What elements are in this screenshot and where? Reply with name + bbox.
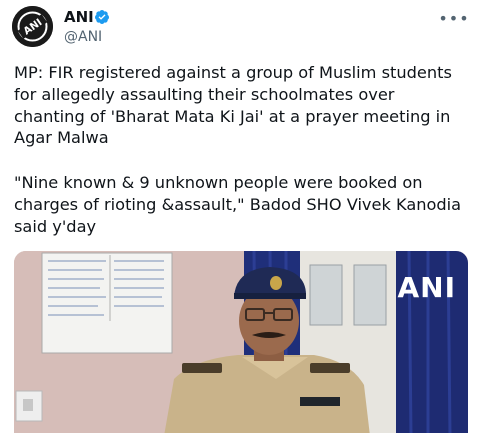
avatar[interactable]: ANI (12, 6, 53, 47)
more-options-icon: ••• (438, 8, 470, 28)
author-handle[interactable]: @ANI (64, 28, 102, 46)
ani-watermark: ANI (397, 271, 456, 304)
tweet-media-video[interactable]: ANI (14, 251, 468, 433)
verified-badge-icon (94, 10, 109, 24)
ani-logo-icon: ANI (12, 6, 53, 47)
tweet-text-paragraph-2: "Nine known & 9 unknown people were book… (14, 173, 467, 236)
tweet-text-paragraph-1: MP: FIR registered against a group of Mu… (14, 63, 458, 148)
more-options-button[interactable]: ••• (438, 8, 468, 28)
author-name[interactable]: ANI (64, 8, 94, 26)
